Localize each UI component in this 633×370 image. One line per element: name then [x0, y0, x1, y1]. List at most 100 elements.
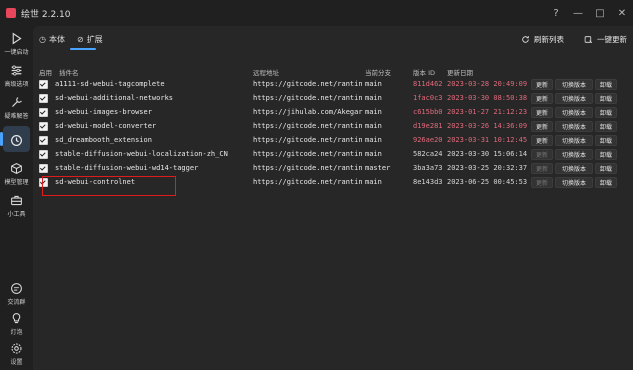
switch-version-button[interactable]: 切换版本	[555, 79, 593, 90]
switch-version-button[interactable]: 切换版本	[555, 135, 593, 146]
sidebar-item-label: 模型管理	[4, 179, 29, 186]
extension-date: 2023-01-27 21:12:23	[447, 108, 528, 116]
switch-version-button[interactable]: 切换版本	[555, 107, 593, 118]
extension-name: a1111-sd-webui-tagcomplete	[55, 80, 165, 88]
enabled-checkbox[interactable]	[39, 94, 48, 103]
header-enabled: 启用	[39, 69, 52, 77]
cube-icon	[11, 163, 22, 174]
extension-name: sd-webui-additional-networks	[55, 94, 174, 102]
sidebar-item-bulb[interactable]: 灯泡	[0, 308, 33, 340]
app-logo-icon	[6, 8, 16, 18]
top-actions: 刷新列表 一键更新	[501, 34, 627, 45]
extension-name: sd_dreambooth_extension	[55, 136, 152, 144]
enabled-checkbox[interactable]	[39, 80, 48, 89]
active-tab-indicator	[70, 48, 96, 50]
extension-name: stable-diffusion-webui-wd14-tagger	[55, 164, 199, 172]
update-all-button[interactable]: 一键更新	[584, 34, 627, 45]
sidebar-item-advanced[interactable]: 高级选项	[0, 60, 33, 92]
update-button[interactable]: 更新	[531, 79, 553, 90]
uninstall-button[interactable]: 卸载	[595, 93, 617, 104]
table-row: stable-diffusion-webui-wd14-tagger https…	[39, 162, 627, 176]
refresh-icon	[522, 36, 529, 43]
enabled-checkbox[interactable]	[39, 164, 48, 173]
close-button[interactable]: ✕	[611, 0, 633, 26]
update-button[interactable]: 更新	[531, 107, 553, 118]
enabled-checkbox[interactable]	[39, 136, 48, 145]
active-indicator	[0, 132, 3, 146]
extension-version: 3ba3a73	[413, 164, 443, 172]
update-button: 更新	[531, 177, 553, 188]
extension-date: 2023-03-30 08:50:38	[447, 94, 528, 102]
sidebar-item-settings[interactable]: 设置	[0, 338, 33, 370]
sidebar-item-tools[interactable]: 小工具	[0, 190, 33, 222]
sidebar-item-troubleshoot[interactable]: 疑难解答	[0, 92, 33, 124]
extension-branch: main	[365, 122, 382, 130]
uninstall-button[interactable]: 卸载	[595, 149, 617, 160]
title-bar: 绘世 2.2.10 ? — □ ✕	[0, 0, 633, 26]
switch-version-button[interactable]: 切换版本	[555, 163, 593, 174]
bulb-icon	[12, 313, 21, 324]
link-icon: ⊘	[76, 35, 84, 44]
update-button[interactable]: 更新	[531, 135, 553, 146]
uninstall-button[interactable]: 卸载	[595, 79, 617, 90]
extension-branch: master	[365, 164, 391, 172]
extension-version: c615bb0	[413, 108, 443, 116]
uninstall-button[interactable]: 卸载	[595, 177, 617, 188]
extension-date: 2023-03-30 15:06:14	[447, 150, 528, 158]
update-button[interactable]: 更新	[531, 93, 553, 104]
switch-version-button[interactable]: 切换版本	[555, 177, 593, 188]
switch-version-button[interactable]: 切换版本	[555, 93, 593, 104]
switch-version-button[interactable]: 切换版本	[555, 149, 593, 160]
extension-url: https://gitcode.net/rantin	[253, 150, 363, 158]
update-button[interactable]: 更新	[531, 121, 553, 132]
extension-branch: main	[365, 80, 382, 88]
sliders-icon	[11, 65, 22, 76]
main-panel: ◷ 本体 ⊘ 扩展 刷新列表 一键更新 启用 插件名 远程地址 当前分支 版本 …	[33, 26, 633, 370]
sidebar: 一键启动 高级选项 疑难解答 模型管理 小工具 交流群 灯泡 设置	[0, 26, 33, 370]
maximize-button[interactable]: □	[589, 0, 611, 26]
extension-branch: main	[365, 108, 382, 116]
extension-version: 811d462	[413, 80, 443, 88]
extension-version: 1fac0c3	[413, 94, 443, 102]
sidebar-item-label: 小工具	[7, 211, 26, 218]
extension-name: sd-webui-model-converter	[55, 122, 157, 130]
sidebar-item-label: 交流群	[7, 299, 26, 306]
uninstall-button[interactable]: 卸载	[595, 121, 617, 132]
extension-url: https://gitcode.net/rantin	[253, 80, 363, 88]
enabled-checkbox[interactable]	[39, 108, 48, 117]
extension-url: https://gitcode.net/rantin	[253, 178, 363, 186]
uninstall-button[interactable]: 卸载	[595, 135, 617, 146]
update-all-label: 一键更新	[597, 35, 627, 44]
extensions-table: 启用 插件名 远程地址 当前分支 版本 ID 更新日期 a1111-sd-web…	[39, 64, 627, 190]
minimize-button[interactable]: —	[567, 0, 589, 26]
extension-date: 2023-03-31 10:12:45	[447, 136, 528, 144]
window-controls: ? — □ ✕	[545, 0, 633, 26]
refresh-list-button[interactable]: 刷新列表	[521, 34, 564, 45]
enabled-checkbox[interactable]	[39, 122, 48, 131]
switch-version-button[interactable]: 切换版本	[555, 121, 593, 132]
extension-url: https://jihulab.com/Akegar	[253, 108, 363, 116]
sidebar-item-label: 设置	[10, 359, 23, 366]
uninstall-button[interactable]: 卸载	[595, 107, 617, 118]
table-row: sd_dreambooth_extension https://gitcode.…	[39, 134, 627, 148]
extension-branch: main	[365, 136, 382, 144]
help-button[interactable]: ?	[545, 0, 567, 26]
tab-extensions[interactable]: ⊘ 扩展	[77, 34, 103, 45]
extension-date: 2023-06-25 00:45:53	[447, 178, 528, 186]
extension-url: https://gitcode.net/rantin	[253, 164, 363, 172]
sidebar-item-community[interactable]: 交流群	[0, 278, 33, 310]
sidebar-item-version[interactable]	[0, 124, 33, 156]
table-row: sd-webui-additional-networks https://git…	[39, 92, 627, 106]
extension-branch: main	[365, 150, 382, 158]
extension-date: 2023-03-25 20:32:37	[447, 164, 528, 172]
header-version: 版本 ID	[413, 69, 435, 77]
sidebar-item-models[interactable]: 模型管理	[0, 158, 33, 190]
sidebar-item-launch[interactable]: 一键启动	[0, 28, 33, 60]
tab-label: 扩展	[86, 35, 103, 44]
refresh-label: 刷新列表	[534, 35, 564, 44]
table-header: 启用 插件名 远程地址 当前分支 版本 ID 更新日期	[39, 64, 627, 78]
uninstall-button[interactable]: 卸载	[595, 163, 617, 174]
tab-label: 本体	[48, 35, 65, 44]
enabled-checkbox[interactable]	[39, 150, 48, 159]
tab-core[interactable]: ◷ 本体	[39, 34, 65, 45]
